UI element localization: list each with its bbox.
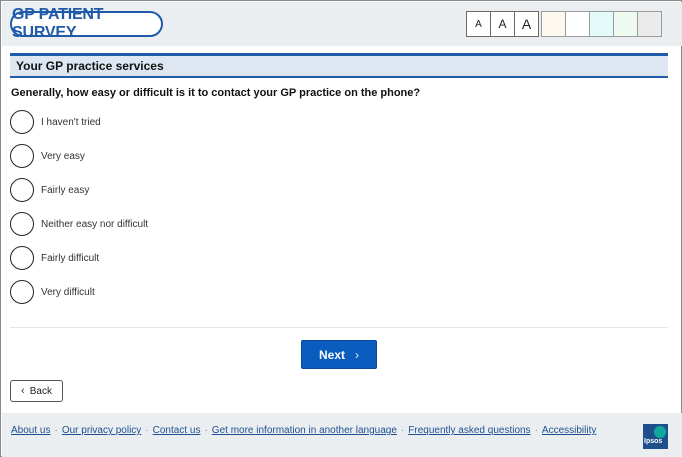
accessibility-toolbar: A A A [466, 11, 662, 37]
ipsos-logo-dot [654, 426, 666, 438]
font-size-large-button[interactable]: A [514, 11, 539, 37]
option-label: Very difficult [41, 286, 95, 298]
option-very-easy[interactable]: Very easy [10, 144, 310, 168]
color-scheme-green-button[interactable] [613, 11, 638, 37]
next-button[interactable]: Next › [301, 340, 377, 369]
footer-link-about-us[interactable]: About us [11, 425, 50, 436]
ipsos-logo: Ipsos [643, 424, 668, 449]
header-bar: GP PATIENT SURVEY A A A [2, 2, 682, 46]
color-scheme-cyan-button[interactable] [589, 11, 614, 37]
color-scheme-cream-button[interactable] [541, 11, 566, 37]
separator: · [400, 425, 405, 436]
option-label: Neither easy nor difficult [41, 218, 149, 230]
option-fairly-difficult[interactable]: Fairly difficult [10, 246, 310, 270]
option-label: Very easy [41, 150, 85, 162]
section-title: Your GP practice services [16, 59, 164, 73]
section-heading: Your GP practice services [10, 53, 668, 78]
font-size-medium-button[interactable]: A [490, 11, 515, 37]
color-scheme-white-button[interactable] [565, 11, 590, 37]
ipsos-logo-text: Ipsos [644, 438, 663, 445]
footer-link-contact-us[interactable]: Contact us [153, 425, 201, 436]
color-scheme-grey-button[interactable] [637, 11, 662, 37]
radio-button[interactable] [10, 144, 34, 168]
radio-button[interactable] [10, 280, 34, 304]
footer-link-accessibility[interactable]: Accessibility [542, 425, 596, 436]
separator: · [204, 425, 208, 436]
logo-text: GP PATIENT SURVEY [12, 6, 104, 41]
option-label: Fairly easy [41, 184, 90, 196]
footer-bar: About us · Our privacy policy · Contact … [2, 413, 682, 457]
separator: · [534, 425, 538, 436]
footer-links: About us · Our privacy policy · Contact … [11, 425, 596, 436]
footer-link-faq[interactable]: Frequently asked questions [408, 425, 530, 436]
back-button[interactable]: ‹ Back [10, 380, 63, 402]
next-label: Next [318, 347, 345, 362]
option-very-difficult[interactable]: Very difficult [10, 280, 310, 304]
option-fairly-easy[interactable]: Fairly easy [10, 178, 310, 202]
chevron-left-icon: ‹ [21, 385, 25, 397]
footer-link-other-language[interactable]: Get more information in another language [212, 425, 397, 436]
radio-button[interactable] [10, 212, 34, 236]
separator: · [54, 425, 58, 436]
survey-window: GP PATIENT SURVEY A A A Your GP practice… [0, 0, 682, 457]
question-text: Generally, how easy or difficult is it t… [11, 87, 421, 99]
option-label: I haven't tried [41, 116, 101, 128]
radio-button[interactable] [10, 246, 34, 270]
option-label: Fairly difficult [41, 252, 100, 264]
radio-button[interactable] [10, 110, 34, 134]
font-size-small-button[interactable]: A [466, 11, 491, 37]
option-havent-tried[interactable]: I haven't tried [10, 110, 310, 134]
chevron-right-icon: › [355, 347, 359, 362]
back-label: Back [29, 385, 52, 397]
separator: · [145, 425, 149, 436]
radio-button[interactable] [10, 178, 34, 202]
option-neither[interactable]: Neither easy nor difficult [10, 212, 310, 236]
footer-link-privacy-policy[interactable]: Our privacy policy [62, 425, 141, 436]
gp-patient-survey-logo: GP PATIENT SURVEY [10, 6, 163, 41]
divider [10, 327, 668, 328]
